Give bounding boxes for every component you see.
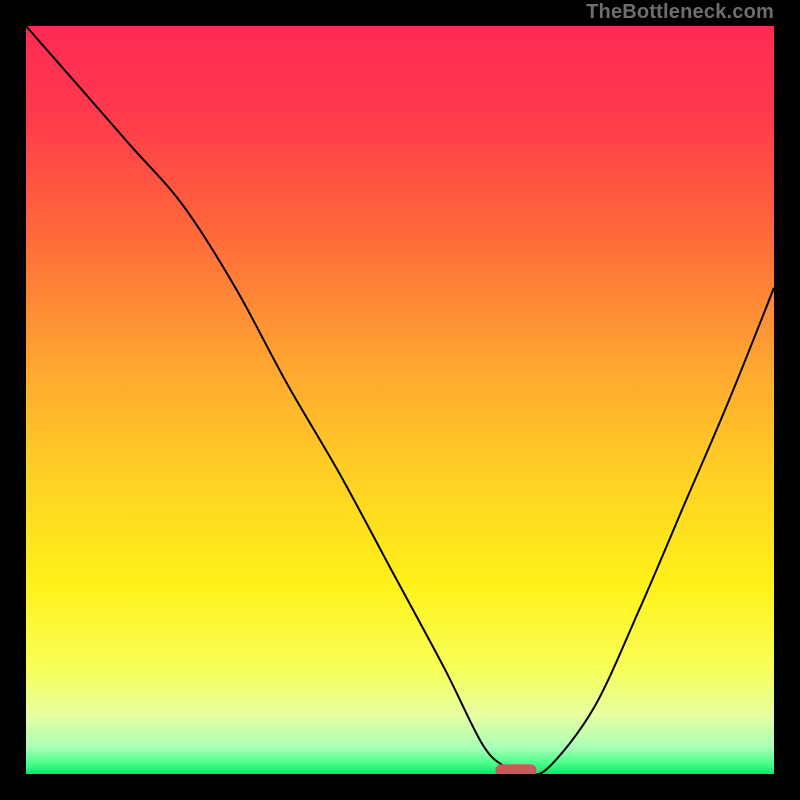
bottleneck-curve (26, 26, 774, 774)
watermark-text: TheBottleneck.com (586, 1, 774, 24)
chart-svg (26, 26, 774, 774)
chart-frame (24, 24, 776, 776)
target-marker (495, 764, 536, 774)
